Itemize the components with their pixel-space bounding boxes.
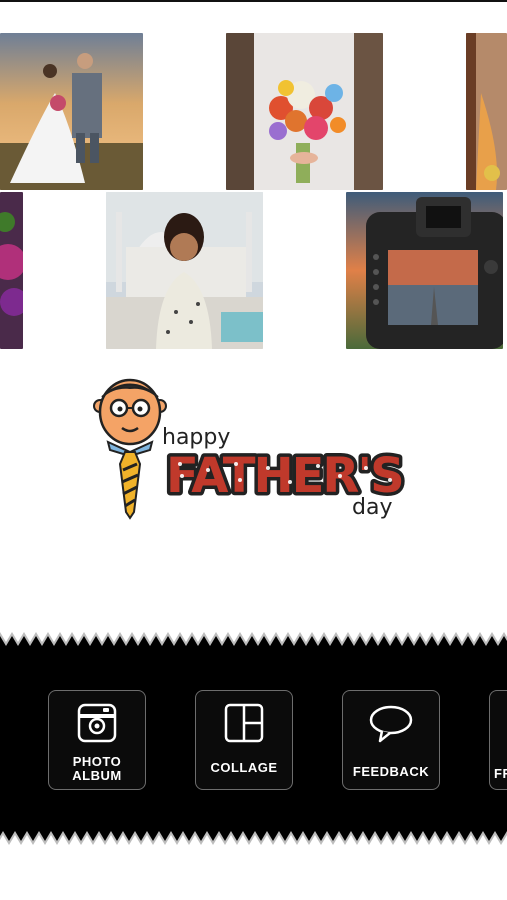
top-border — [0, 0, 507, 2]
collage-label: COLLAGE — [210, 760, 278, 775]
feedback-button[interactable]: FEEDBACK — [342, 690, 440, 790]
collage-grid-icon — [224, 703, 264, 743]
logo-happy-text: happy — [162, 425, 230, 450]
photo-album-label-2: ALBUM — [72, 768, 122, 783]
woman-taj-mahal-photo[interactable] — [106, 192, 263, 349]
partial-button-label: FR — [494, 766, 507, 781]
speech-bubble-icon — [369, 705, 413, 743]
collage-button[interactable]: COLLAGE — [195, 690, 293, 790]
bridal-bouquet-photo[interactable] — [226, 33, 383, 190]
photo-album-button[interactable]: PHOTO ALBUM — [48, 690, 146, 790]
purple-flower-photo[interactable] — [0, 192, 23, 349]
feedback-label: FEEDBACK — [352, 764, 430, 779]
bride-partial-photo[interactable] — [466, 33, 507, 190]
photo-album-label-1: PHOTO — [72, 754, 122, 769]
camera-back-photo[interactable] — [346, 192, 503, 349]
cartoon-father-icon — [93, 378, 167, 520]
logo-day-text: day — [352, 495, 392, 520]
partial-menu-button[interactable]: FR — [489, 690, 507, 790]
wedding-couple-photo[interactable] — [0, 33, 143, 190]
happy-fathers-day-logo: happy FATHER'S FATHER'S day — [90, 372, 420, 532]
camera-icon — [77, 703, 117, 743]
